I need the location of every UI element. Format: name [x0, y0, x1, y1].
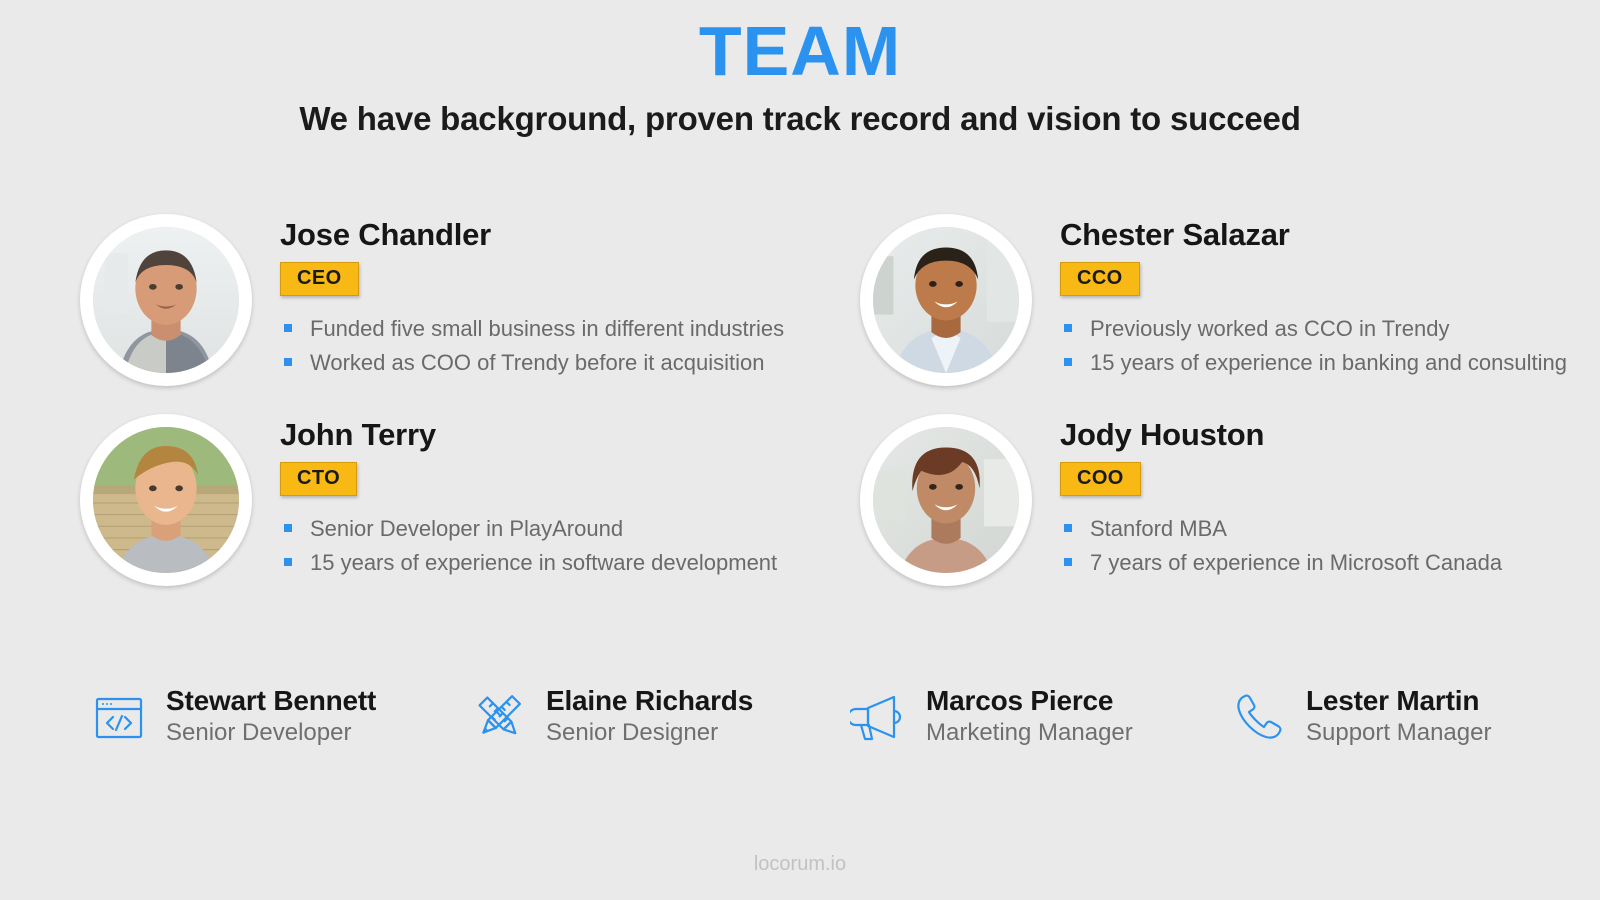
- bullet-text: 7 years of experience in Microsoft Canad…: [1090, 549, 1503, 575]
- leader-info: Chester Salazar CCO Previously worked as…: [1032, 208, 1600, 379]
- leader-bullets: Stanford MBA 7 years of experience in Mi…: [1060, 512, 1600, 579]
- bullet-text: Stanford MBA: [1090, 516, 1227, 542]
- bullet-square-icon: [284, 557, 292, 566]
- staff-role: Support Manager: [1306, 719, 1492, 747]
- bullet-square-icon: [1064, 357, 1072, 366]
- staff-card: Stewart Bennett Senior Developer: [88, 685, 468, 749]
- bullet-text: 15 years of experience in banking and co…: [1090, 349, 1567, 375]
- leader-bullets: Funded five small business in different …: [280, 312, 840, 379]
- bullet-text: Funded five small business in different …: [310, 316, 785, 342]
- leader-info: John Terry CTO Senior Developer in PlayA…: [252, 408, 840, 579]
- avatar: [80, 414, 252, 586]
- avatar: [860, 414, 1032, 586]
- bullet-text: Senior Developer in PlayAround: [310, 516, 624, 542]
- bullet-square-icon: [1064, 324, 1072, 333]
- bullet-square-icon: [284, 324, 292, 333]
- role-badge: CCO: [1060, 262, 1140, 297]
- code-window-icon: [88, 686, 150, 748]
- avatar-photo-chester-salazar: [873, 227, 1019, 373]
- pencil-ruler-icon: [468, 686, 530, 748]
- staff-name: Stewart Bennett: [166, 685, 377, 716]
- role-badge: CEO: [280, 262, 359, 297]
- list-item: 15 years of experience in software devel…: [280, 546, 840, 579]
- phone-icon: [1228, 686, 1290, 748]
- staff-info: Elaine Richards Senior Designer: [530, 685, 753, 749]
- leader-name: Jody Houston: [1060, 417, 1265, 452]
- leader-name: Chester Salazar: [1060, 217, 1290, 252]
- avatar-photo-jody-houston: [873, 427, 1019, 573]
- leader-bullets: Senior Developer in PlayAround 15 years …: [280, 512, 840, 579]
- list-item: Funded five small business in different …: [280, 312, 840, 345]
- list-item: 15 years of experience in banking and co…: [1060, 346, 1600, 379]
- list-item: Senior Developer in PlayAround: [280, 512, 840, 545]
- leader-info: Jose Chandler CEO Funded five small busi…: [252, 208, 840, 379]
- staff-card: Lester Martin Support Manager: [1228, 685, 1600, 749]
- bullet-square-icon: [284, 357, 292, 366]
- list-item: 7 years of experience in Microsoft Canad…: [1060, 546, 1600, 579]
- leadership-grid: Jose Chandler CEO Funded five small busi…: [0, 208, 1600, 586]
- avatar: [860, 214, 1032, 386]
- bullet-text: 15 years of experience in software devel…: [310, 549, 778, 575]
- leader-card: Chester Salazar CCO Previously worked as…: [860, 208, 1600, 386]
- staff-info: Stewart Bennett Senior Developer: [150, 685, 376, 749]
- team-slide: TEAM We have background, proven track re…: [0, 0, 1600, 900]
- list-item: Worked as COO of Trendy before it acquis…: [280, 346, 840, 379]
- bullet-square-icon: [1064, 557, 1072, 566]
- list-item: Stanford MBA: [1060, 512, 1600, 545]
- bullet-square-icon: [1064, 524, 1072, 533]
- staff-name: Elaine Richards: [546, 685, 754, 716]
- role-badge: CTO: [280, 462, 358, 497]
- staff-role: Senior Designer: [546, 719, 719, 747]
- staff-name: Lester Martin: [1306, 685, 1480, 716]
- leader-name: John Terry: [280, 417, 436, 452]
- staff-info: Lester Martin Support Manager: [1290, 685, 1491, 749]
- staff-role: Marketing Manager: [926, 719, 1133, 747]
- list-item: Previously worked as CCO in Trendy: [1060, 312, 1600, 345]
- slide-header: TEAM We have background, proven track re…: [0, 0, 1600, 138]
- leader-card: Jose Chandler CEO Funded five small busi…: [80, 208, 840, 386]
- bullet-square-icon: [284, 524, 292, 533]
- leader-card: Jody Houston COO Stanford MBA 7 years of…: [860, 408, 1600, 586]
- leader-bullets: Previously worked as CCO in Trendy 15 ye…: [1060, 312, 1600, 379]
- megaphone-icon: [848, 686, 910, 748]
- footer-watermark: locorum.io: [753, 853, 847, 875]
- staff-row: Stewart Bennett Senior Developer Elaine …: [0, 685, 1600, 749]
- role-badge: COO: [1060, 462, 1141, 497]
- staff-info: Marcos Pierce Marketing Manager: [910, 685, 1133, 749]
- staff-card: Elaine Richards Senior Designer: [468, 685, 848, 749]
- leader-name: Jose Chandler: [280, 217, 492, 252]
- avatar-photo-john-terry: [93, 427, 239, 573]
- staff-role: Senior Developer: [166, 719, 352, 747]
- page-title: TEAM: [698, 12, 902, 90]
- bullet-text: Worked as COO of Trendy before it acquis…: [310, 349, 765, 375]
- leader-card: John Terry CTO Senior Developer in PlayA…: [80, 408, 840, 586]
- bullet-text: Previously worked as CCO in Trendy: [1090, 316, 1450, 342]
- staff-card: Marcos Pierce Marketing Manager: [848, 685, 1228, 749]
- staff-name: Marcos Pierce: [926, 685, 1114, 716]
- avatar-photo-jose-chandler: [93, 227, 239, 373]
- leader-info: Jody Houston COO Stanford MBA 7 years of…: [1032, 408, 1600, 579]
- page-subtitle: We have background, proven track record …: [299, 99, 1301, 137]
- avatar: [80, 214, 252, 386]
